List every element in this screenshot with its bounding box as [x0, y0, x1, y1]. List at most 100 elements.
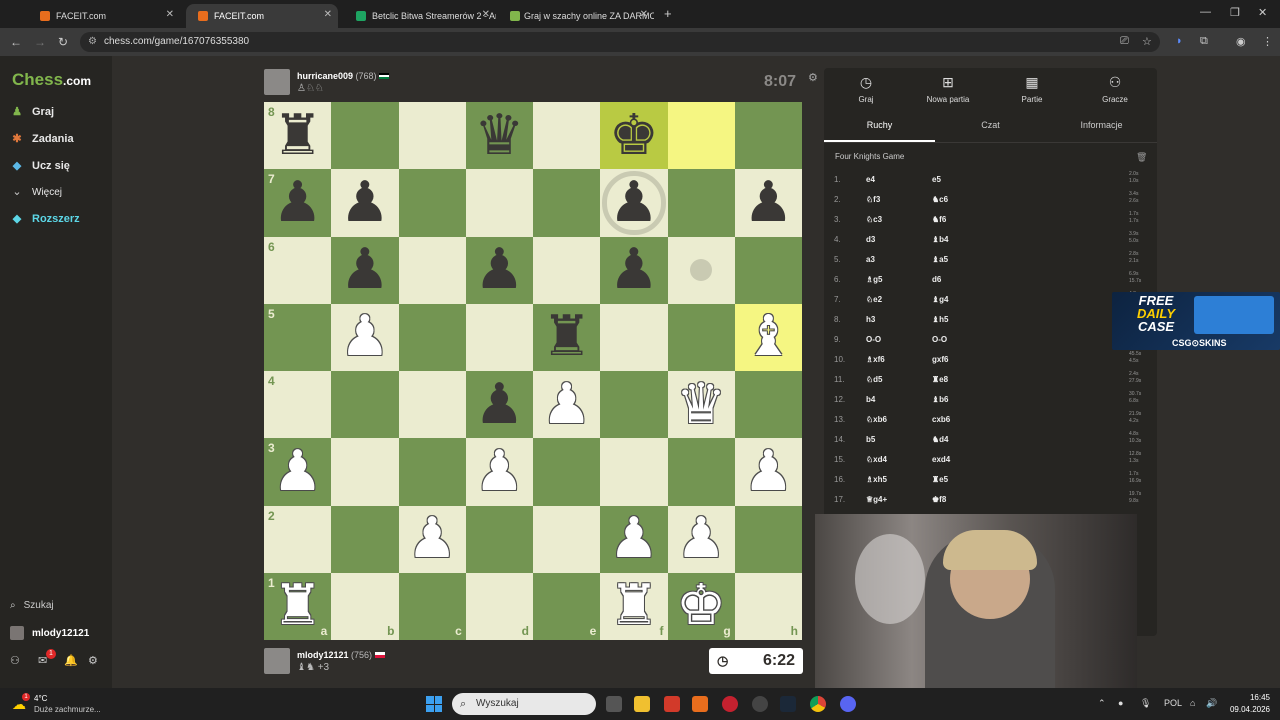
white-pawn-icon[interactable]: ♟ [474, 443, 524, 500]
square-f2[interactable]: ♟ [600, 505, 668, 573]
black-queen-icon[interactable]: ♛ [474, 107, 524, 164]
trash-icon[interactable]: 🗑 [1136, 152, 1147, 163]
square-d1[interactable]: d [465, 572, 533, 640]
square-c3[interactable] [398, 438, 466, 506]
black-move[interactable]: cxb6 [932, 415, 950, 424]
board-settings-icon[interactable]: ⚙ [808, 71, 818, 84]
square-b6[interactable]: ♟ [331, 236, 399, 304]
white-move[interactable]: d3 [866, 235, 875, 244]
microphone-icon[interactable]: 🎙 [1140, 698, 1151, 709]
clock-time[interactable]: 16:45 [1228, 693, 1270, 702]
white-queen-icon[interactable]: ♛ [676, 376, 726, 433]
white-move[interactable]: ♘e2 [866, 295, 882, 304]
bookmark-star-icon[interactable]: ☆ [1142, 35, 1152, 48]
square-c6[interactable] [398, 236, 466, 304]
square-g4[interactable]: ♛ [667, 371, 735, 439]
steam-icon[interactable] [780, 696, 796, 712]
black-move[interactable]: d6 [932, 275, 941, 284]
square-g7[interactable] [667, 169, 735, 237]
square-a8[interactable]: 8 ♜ [264, 102, 332, 170]
maximize-button[interactable]: ❐ [1230, 6, 1240, 19]
white-move[interactable]: ♗g5 [866, 275, 883, 284]
square-e2[interactable] [533, 505, 601, 573]
black-move[interactable]: ♞f6 [932, 215, 946, 224]
white-move[interactable]: e4 [866, 175, 875, 184]
network-icon[interactable]: ⌂ [1190, 698, 1195, 708]
square-f3[interactable] [600, 438, 668, 506]
black-move[interactable]: e5 [932, 175, 941, 184]
square-f6[interactable]: ♟ [600, 236, 668, 304]
sidebar-item-more[interactable]: ⌄ Więcej [10, 185, 62, 199]
square-h5[interactable]: ♝ [734, 303, 802, 371]
sidebar-item-upgrade[interactable]: ◆ Rozszerz [10, 212, 80, 226]
taskbar-search-input[interactable]: ⌕ Wyszukaj [452, 693, 596, 715]
panel-tab-players[interactable]: ⚇ Gracze [1075, 74, 1155, 104]
square-e7[interactable] [533, 169, 601, 237]
tab-chat[interactable]: Czat [935, 120, 1046, 130]
opponent-avatar[interactable] [264, 69, 290, 95]
square-a5[interactable]: 5 [264, 303, 332, 371]
faceit-app-icon[interactable] [692, 696, 708, 712]
close-icon[interactable]: ✕ [482, 9, 490, 20]
black-move[interactable]: ♝g4 [932, 295, 949, 304]
chess-logo[interactable]: Chess.com [12, 70, 91, 90]
square-h4[interactable] [734, 371, 802, 439]
square-d7[interactable] [465, 169, 533, 237]
black-move[interactable]: ♞d4 [932, 435, 949, 444]
black-pawn-icon[interactable]: ♟ [474, 376, 524, 433]
square-f1[interactable]: f ♜ [600, 572, 668, 640]
square-b2[interactable] [331, 505, 399, 573]
black-pawn-icon[interactable]: ♟ [340, 174, 390, 231]
tray-app-icon[interactable]: ● [1118, 698, 1123, 708]
white-pawn-icon[interactable]: ♟ [609, 511, 659, 567]
square-a1[interactable]: 1 a ♜ [264, 572, 332, 640]
browser-tab[interactable]: FACEIT.com ✕ [28, 4, 180, 28]
black-pawn-icon[interactable]: ♟ [474, 242, 524, 298]
black-move[interactable]: exd4 [932, 455, 950, 464]
back-button[interactable]: ← [10, 35, 22, 49]
square-d5[interactable] [465, 303, 533, 371]
black-king-icon[interactable]: ♚ [609, 107, 659, 164]
tab-moves[interactable]: Ruchy [824, 120, 935, 130]
square-d2[interactable] [465, 505, 533, 573]
white-pawn-icon[interactable]: ♟ [743, 443, 793, 500]
address-bar[interactable]: ⚙ chess.com/game/167076355380 [80, 32, 1160, 52]
white-move[interactable]: ♗xf6 [866, 355, 885, 364]
reload-button[interactable]: ↻ [58, 35, 68, 49]
black-move[interactable]: ♝a5 [932, 255, 948, 264]
sidebar-search[interactable]: ⌕ Szukaj [10, 600, 54, 611]
square-g2[interactable]: ♟ [667, 505, 735, 573]
square-e1[interactable]: e [533, 572, 601, 640]
forward-button[interactable]: → [34, 35, 46, 49]
square-h6[interactable] [734, 236, 802, 304]
white-move[interactable]: ♘c3 [866, 215, 882, 224]
tray-overflow-icon[interactable]: ⌃ [1098, 698, 1106, 709]
square-c8[interactable] [398, 102, 466, 170]
black-move[interactable]: ♝h5 [932, 315, 949, 324]
black-move[interactable]: ♚f8 [932, 495, 946, 504]
square-a2[interactable]: 2 [264, 505, 332, 573]
square-a7[interactable]: 7 ♟ [264, 169, 332, 237]
square-b8[interactable] [331, 102, 399, 170]
square-a4[interactable]: 4 [264, 371, 332, 439]
white-move[interactable]: a3 [866, 255, 875, 264]
white-move[interactable]: ♘d5 [866, 375, 883, 384]
window-close-button[interactable]: ✕ [1258, 6, 1267, 19]
square-c7[interactable] [398, 169, 466, 237]
black-rook-icon[interactable]: ♜ [273, 107, 323, 164]
white-move[interactable]: h3 [866, 315, 875, 324]
white-move[interactable]: ♕g4+ [866, 495, 887, 504]
white-pawn-icon[interactable]: ♟ [273, 443, 323, 500]
white-rook-icon[interactable]: ♜ [609, 578, 659, 634]
white-pawn-icon[interactable]: ♟ [542, 376, 592, 433]
opera-icon[interactable] [722, 696, 738, 712]
square-h8[interactable] [734, 102, 802, 170]
profile-icon[interactable]: ◉ [1236, 35, 1246, 48]
brave-icon[interactable] [664, 696, 680, 712]
new-tab-button[interactable]: + [664, 6, 672, 21]
square-a6[interactable]: 6 [264, 236, 332, 304]
settings-gear-icon[interactable]: ⚙ [88, 654, 98, 667]
panel-tab-new-game[interactable]: ⊞ Nowa partia [908, 74, 988, 104]
white-move[interactable]: b4 [866, 395, 875, 404]
volume-icon[interactable]: 🔊 [1206, 698, 1217, 709]
